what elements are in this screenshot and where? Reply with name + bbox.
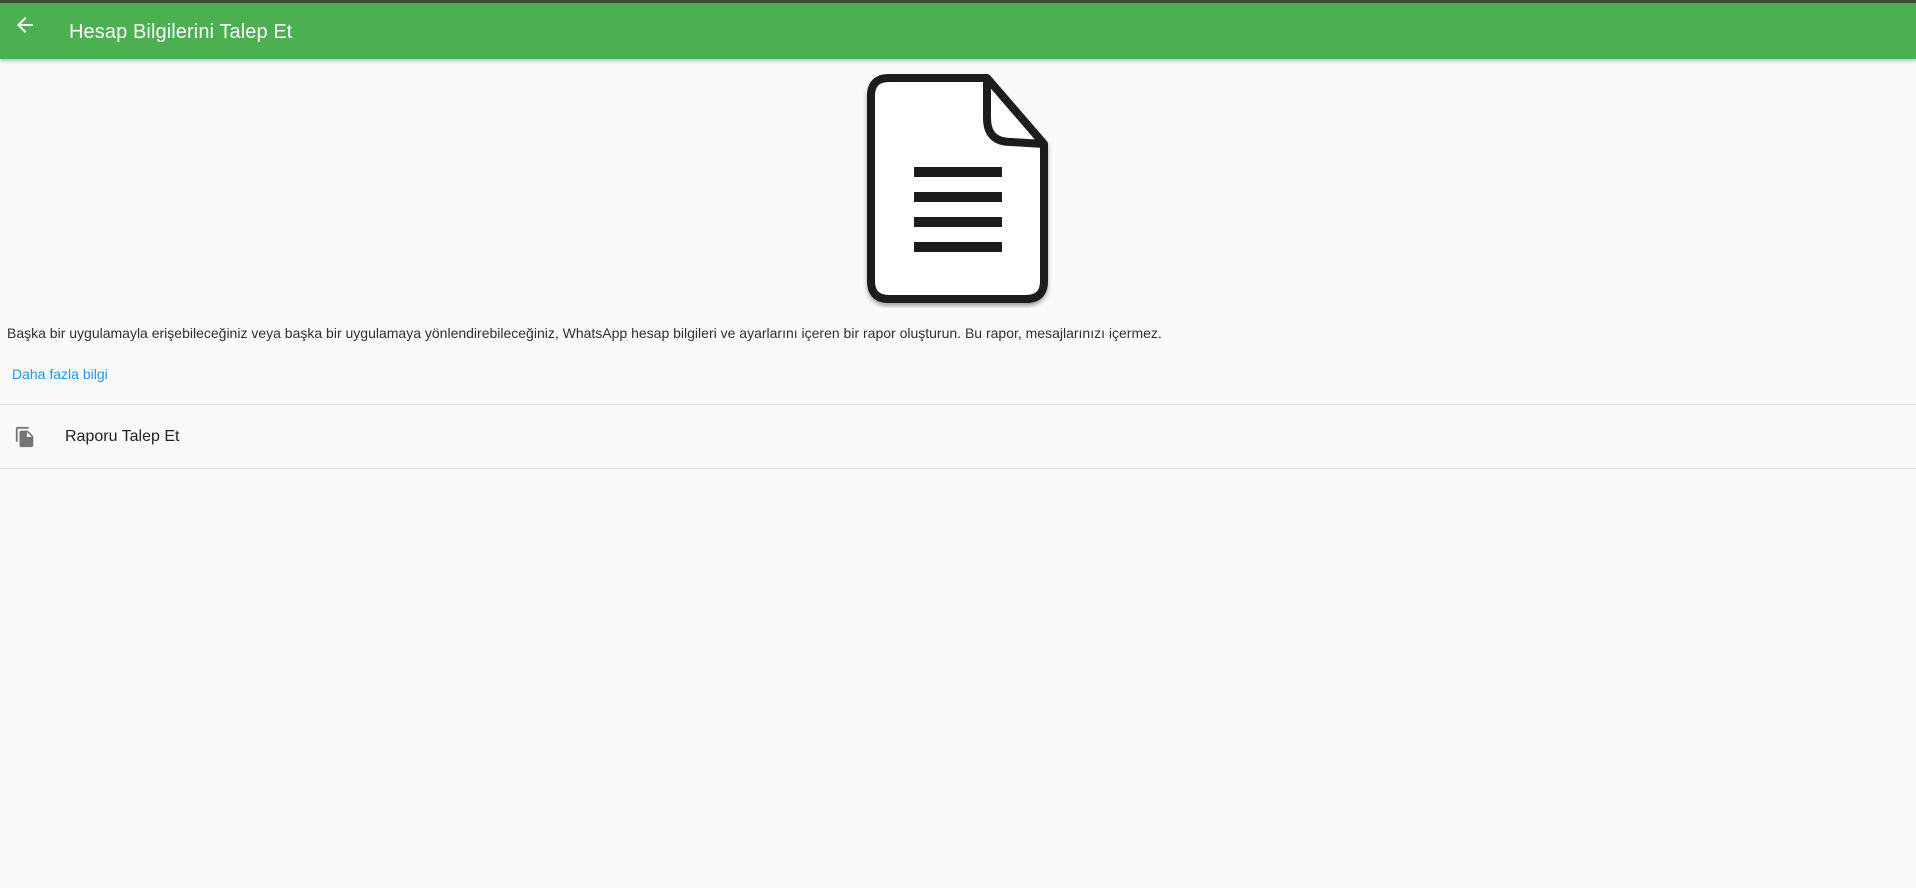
page-title: Hesap Bilgilerini Talep Et <box>69 21 293 43</box>
learn-more-link[interactable]: Daha fazla bilgi <box>12 365 108 383</box>
divider-bottom <box>0 468 1916 469</box>
app-bar: Hesap Bilgilerini Talep Et <box>0 3 1916 59</box>
file-copy-icon <box>14 426 36 448</box>
request-report-label: Raporu Talep Et <box>65 428 180 445</box>
info-description: Başka bir uygulamayla erişebileceğiniz v… <box>7 325 1162 341</box>
request-report-item[interactable]: Raporu Talep Et <box>0 405 1916 468</box>
document-icon <box>862 72 1052 308</box>
back-button[interactable] <box>10 12 40 42</box>
arrow-back-icon <box>13 13 37 42</box>
